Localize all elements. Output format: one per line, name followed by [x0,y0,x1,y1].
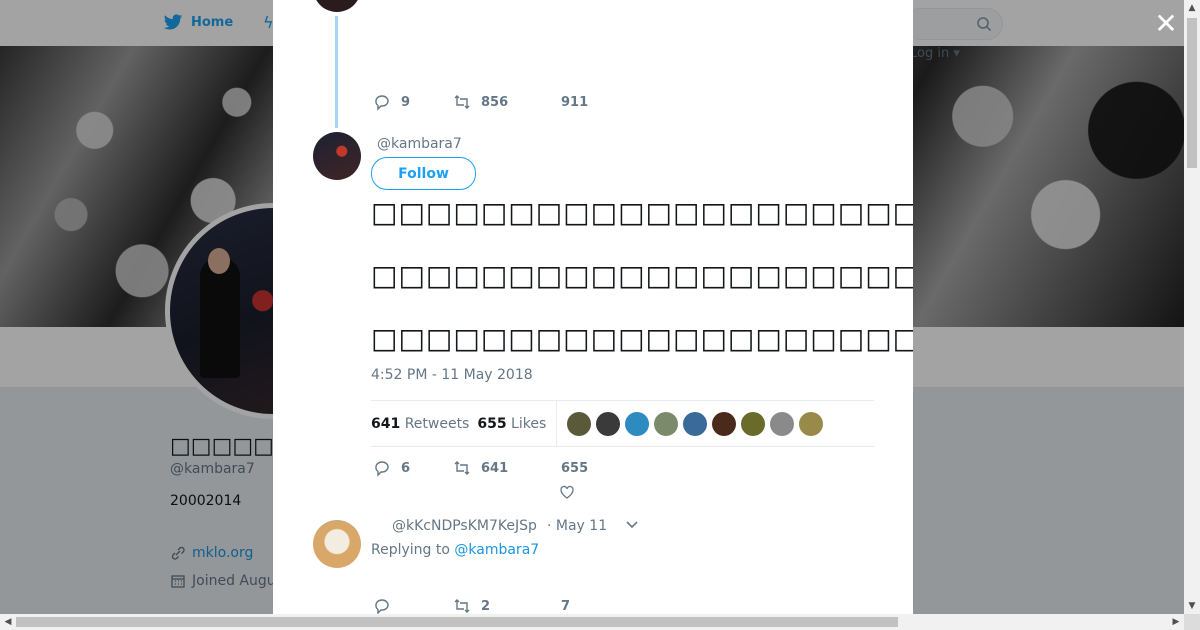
follow-button[interactable]: Follow [371,157,476,190]
liker-avatar[interactable] [567,411,592,436]
tweet-text-line-1: □□□□□□□□□□□□□□□□□□□□□□□□□□□□□□□□□□□□□□□□… [371,196,913,229]
horizontal-scroll-thumb[interactable] [16,617,898,627]
liker-avatar[interactable] [799,411,824,436]
retweet-button[interactable]: 641 [453,459,561,477]
scroll-left-icon[interactable]: ◀ [0,614,16,630]
liker-avatar[interactable] [596,411,621,436]
retweet-icon [454,599,470,613]
retweet-button[interactable]: 856 [453,93,561,111]
like-button[interactable]: 911 [561,95,588,110]
replying-to-handle[interactable]: @kambara7 [454,542,539,558]
like-button[interactable]: 655 [561,461,588,476]
heart-icon[interactable] [559,484,575,500]
liker-avatar[interactable] [683,411,708,436]
tweet-author-handle[interactable]: @kambara7 [377,136,462,152]
tweet-actions: 6 641 655 [373,459,588,477]
tweet-timestamp[interactable]: 4:52 PM - 11 May 2018 [371,367,533,383]
retweet-icon [454,95,470,109]
scroll-down-icon[interactable]: ▼ [1184,598,1200,614]
reply-date[interactable]: · May 11 [547,518,607,534]
reply-author-avatar[interactable] [313,520,361,568]
retweet-button[interactable]: 2 [453,597,561,614]
vertical-scroll-thumb[interactable] [1187,18,1197,168]
chevron-down-icon[interactable] [625,518,639,532]
horizontal-scrollbar[interactable]: ◀ ▶ [0,614,1184,630]
vertical-scrollbar[interactable]: ▲ ▼ [1184,0,1200,614]
tweet-text-line-3: □□□□□□□□□□□□□□□□□□□□□□□□□□□□□□□□□□□□□□□□ [371,322,913,355]
retweet-icon [454,461,470,475]
reply-button[interactable] [373,597,453,614]
previous-tweet-avatar[interactable] [313,0,361,12]
close-icon[interactable]: ✕ [1152,10,1180,38]
likes-stat[interactable]: 655 Likes [477,416,546,432]
scrollbar-corner [1184,614,1200,630]
liker-avatar[interactable] [712,411,737,436]
reply-button[interactable]: 6 [373,459,453,477]
reply-icon [375,95,389,111]
tweet-author-avatar[interactable] [313,132,361,180]
liker-avatar[interactable] [770,411,795,436]
reply-icon [375,461,389,477]
reply-actions: 2 7 [373,597,570,614]
thread-connector [335,16,338,128]
liker-avatar[interactable] [654,411,679,436]
liker-avatars [567,411,824,436]
tweet-text-line-2: □□□□□□□□□□□□□□□□□□□□□□□□□□□□□□□□□□□□□□□□… [371,259,913,292]
scroll-right-icon[interactable]: ▶ [1168,614,1184,630]
tweet-stats: 641 Retweets 655 Likes [371,400,874,447]
liker-avatar[interactable] [741,411,766,436]
tweet-permalink-modal: 9 856 911 @kambara7 Follow □□□□□□□□□□□□□… [273,0,913,614]
retweets-stat[interactable]: 641 Retweets [371,416,469,432]
reply-author-handle[interactable]: @kKcNDPsKM7KeJSp [392,518,537,534]
liker-avatar[interactable] [625,411,650,436]
stats-divider [556,401,558,446]
previous-tweet-actions: 9 856 911 [373,93,588,111]
like-button[interactable]: 7 [561,599,570,614]
replying-to: Replying to @kambara7 [371,542,540,558]
reply-icon [375,599,389,614]
scroll-up-icon[interactable]: ▲ [1184,0,1200,16]
reply-button[interactable]: 9 [373,93,453,111]
